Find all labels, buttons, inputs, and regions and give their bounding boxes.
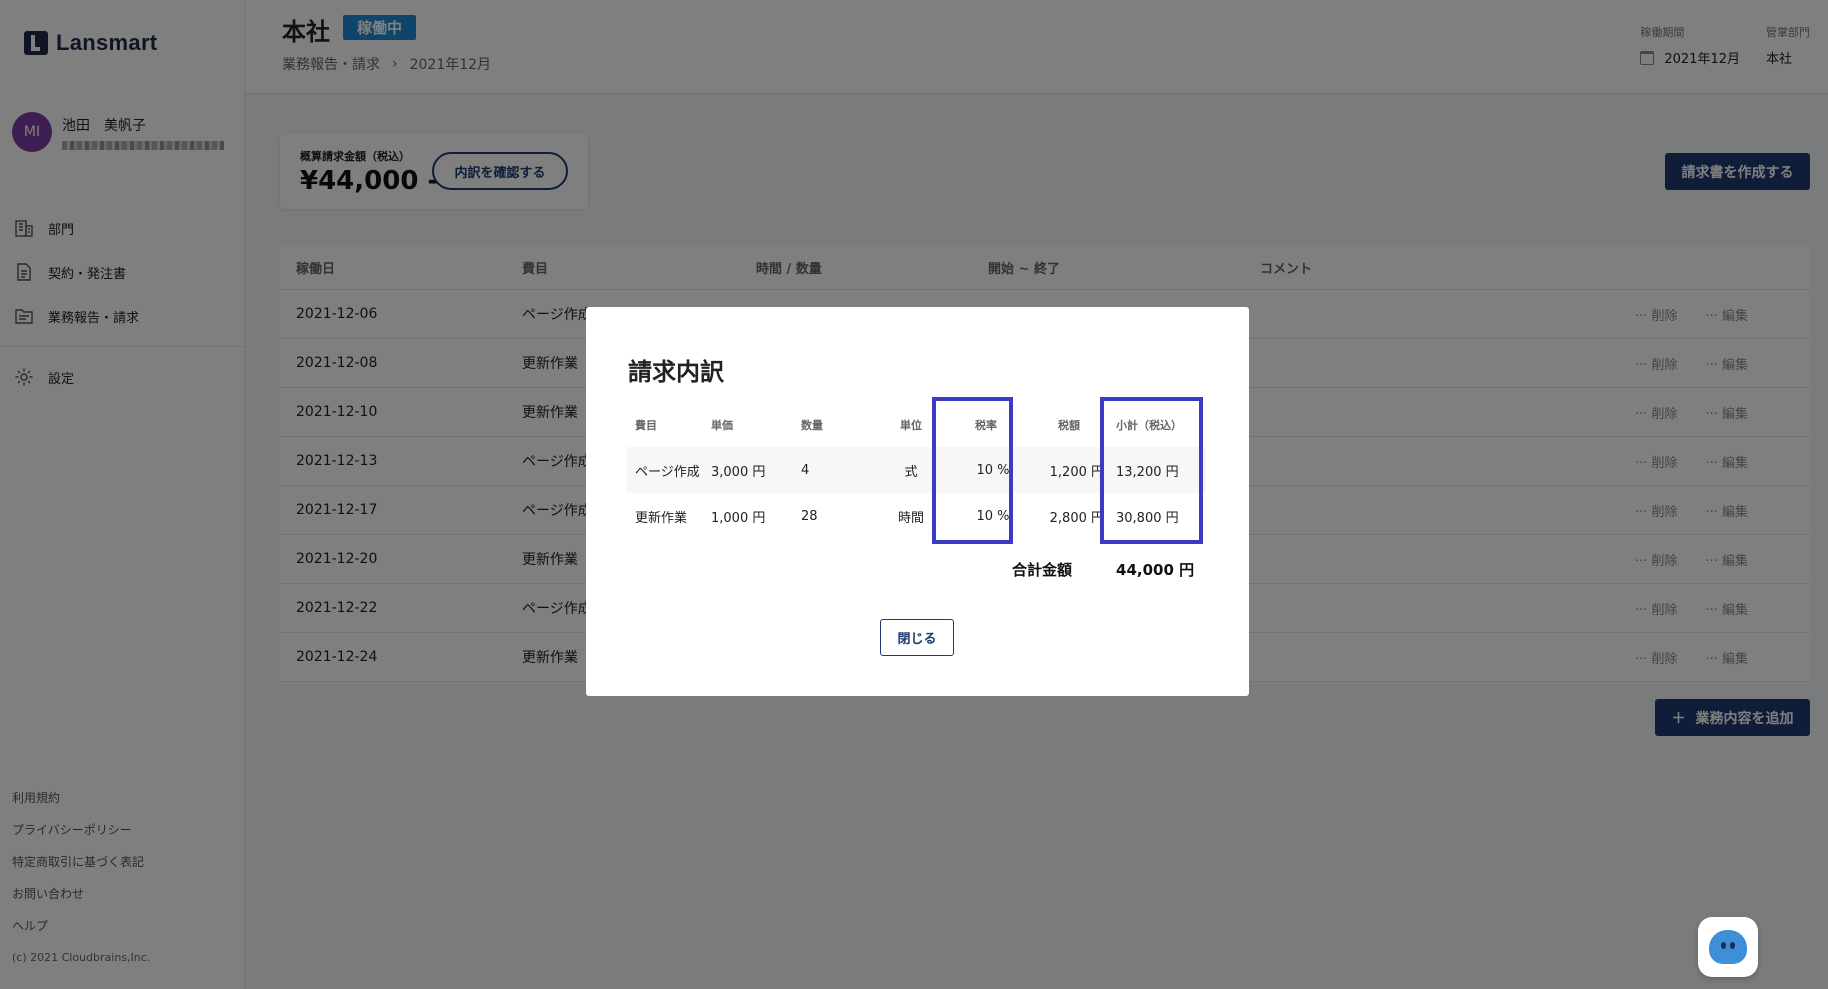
tax-rate-highlight (932, 397, 1013, 544)
column-header: 費目 (635, 419, 657, 432)
breakdown-modal: 請求内訳 費目 単価 数量 単位 税率 税額 小計（税込） ページ作成 3,00… (586, 307, 1249, 696)
cell: 更新作業 (635, 510, 688, 526)
subtotal-highlight (1100, 397, 1203, 544)
cell: 28 (801, 508, 818, 524)
modal-title: 請求内訳 (628, 358, 724, 386)
cell: 3,000 円 (711, 464, 766, 480)
total-row: 合計金額 44,000 円 (1012, 559, 1194, 580)
chatbot-icon (1709, 930, 1747, 964)
cell: 2,800 円 (1049, 510, 1104, 526)
chat-support-button[interactable] (1698, 917, 1758, 977)
column-header: 単価 (711, 419, 733, 432)
column-header: 税額 (1058, 419, 1080, 432)
cell: 1,200 円 (1049, 464, 1104, 480)
cell: 1,000 円 (711, 510, 766, 526)
cell: 4 (801, 462, 810, 478)
column-header: 数量 (801, 419, 823, 432)
cell: ページ作成 (635, 464, 700, 480)
total-label: 合計金額 (1012, 561, 1073, 579)
close-button[interactable]: 閉じる (880, 619, 954, 656)
total-value: 44,000 円 (1116, 561, 1195, 579)
